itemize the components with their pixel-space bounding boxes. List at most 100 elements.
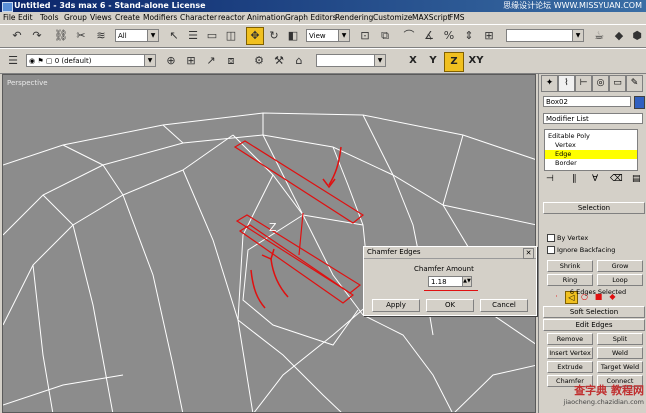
add-to-layer-icon[interactable]: ⊞	[182, 52, 200, 70]
configure-modifier-icon[interactable]: ▤	[632, 174, 641, 184]
edit-edges-rollout-header[interactable]: Edit Edges	[543, 319, 645, 331]
object-color-swatch[interactable]	[634, 96, 645, 109]
named-selection-sets-dropdown[interactable]: ▼	[506, 29, 584, 42]
layer-extra-dropdown[interactable]: ▼	[316, 54, 386, 67]
chamfer-amount-spinner[interactable]: 1.18 ▲▼	[428, 276, 472, 287]
scale-icon[interactable]: ◧	[284, 27, 302, 45]
rotate-icon[interactable]: ↻	[265, 27, 283, 45]
select-by-name-icon[interactable]: ☰	[184, 27, 202, 45]
grow-button[interactable]: Grow	[597, 260, 643, 272]
ik-icon[interactable]: ⚙	[250, 52, 268, 70]
by-vertex-checkbox[interactable]: By Vertex	[547, 234, 588, 242]
ring-button[interactable]: Ring	[547, 274, 593, 286]
link-icon[interactable]: ⛓	[52, 27, 70, 45]
bind-space-warp-icon[interactable]: ≋	[92, 27, 110, 45]
pivot-icon[interactable]: ⊡	[356, 27, 374, 45]
ref-coord-dropdown[interactable]: View ▼	[306, 29, 350, 42]
quick-render-icon[interactable]: ◆	[610, 27, 628, 45]
stack-item-edge[interactable]: Edge	[545, 150, 637, 159]
angle-snap-icon[interactable]: ∡	[420, 27, 438, 45]
percent-snap-icon[interactable]: %	[440, 27, 458, 45]
building-icon[interactable]: ⌂	[290, 52, 308, 70]
utilities-tab-icon[interactable]: ✎	[626, 75, 643, 92]
menu-file[interactable]: File	[3, 12, 16, 24]
apply-button[interactable]: Apply	[372, 299, 420, 312]
remove-button[interactable]: Remove	[547, 333, 593, 345]
redo-icon[interactable]: ↷	[28, 27, 46, 45]
menu-reactor[interactable]: reactor	[218, 12, 245, 24]
crossing-icon[interactable]: ◫	[222, 27, 240, 45]
layers-icon[interactable]: ☰	[4, 52, 22, 70]
chamfer-amount-value[interactable]: 1.18	[431, 278, 447, 286]
hierarchy-tab-icon[interactable]: ⊢	[575, 75, 592, 92]
menu-edit[interactable]: Edit	[18, 12, 33, 24]
rect-region-icon[interactable]: ▭	[203, 27, 221, 45]
extrude-button[interactable]: Extrude	[547, 361, 593, 373]
show-end-result-icon[interactable]: ∥	[572, 174, 577, 184]
selection-filter-dropdown[interactable]: All ▼	[115, 29, 159, 42]
ignore-backfacing-checkbox[interactable]: Ignore Backfacing	[547, 246, 615, 254]
mirror-icon[interactable]: ⧉	[376, 27, 394, 45]
layer-toolbar: ☰ ◉ ⚑ ▢ 0 (default) ▼ ⊕ ⊞ ↗ ⧈ ⚙ ⚒ ⌂ ▼ X …	[0, 48, 646, 74]
select-icon[interactable]: ↖	[165, 27, 183, 45]
stack-item-border[interactable]: Border	[545, 159, 637, 168]
close-icon[interactable]: ✕	[523, 248, 534, 259]
set-current-layer-icon[interactable]: ⧈	[222, 52, 240, 70]
weld-button[interactable]: Weld	[597, 347, 643, 359]
remove-modifier-icon[interactable]: ⌫	[610, 174, 623, 184]
menu-bar: File Edit Tools Group Views Create Modif…	[0, 12, 646, 24]
menu-rendering[interactable]: Rendering	[335, 12, 373, 24]
pin-stack-icon[interactable]: ⊣	[546, 174, 554, 184]
move-icon[interactable]: ✥	[246, 27, 264, 45]
ok-button[interactable]: OK	[426, 299, 474, 312]
spinner-snap-icon[interactable]: ⇕	[460, 27, 478, 45]
menu-fms[interactable]: FMS	[449, 12, 465, 24]
render-icon[interactable]: ☕	[590, 27, 608, 45]
align-icon[interactable]: ⊞	[480, 27, 498, 45]
layer-dropdown[interactable]: ◉ ⚑ ▢ 0 (default) ▼	[26, 54, 156, 67]
axis-x-button[interactable]: X	[404, 52, 422, 70]
underline-annotation	[424, 290, 478, 291]
create-tab-icon[interactable]: ✦	[541, 75, 558, 92]
chamfer-edges-dialog: Chamfer Edges ✕ Chamfer Amount 1.18 ▲▼ A…	[363, 246, 537, 316]
stack-item-vertex[interactable]: Vertex	[545, 141, 637, 150]
loop-button[interactable]: Loop	[597, 274, 643, 286]
modifier-list-dropdown[interactable]: Modifier List	[543, 113, 643, 124]
shell-icon[interactable]: ⚒	[270, 52, 288, 70]
menu-character[interactable]: Character	[180, 12, 217, 24]
display-tab-icon[interactable]: ▭	[609, 75, 626, 92]
menu-animation[interactable]: Animation	[247, 12, 285, 24]
selection-rollout-header[interactable]: Selection	[543, 202, 645, 214]
object-name-field[interactable]: Box02	[543, 96, 631, 107]
svg-text:Z: Z	[269, 221, 277, 234]
split-button[interactable]: Split	[597, 333, 643, 345]
menu-group[interactable]: Group	[64, 12, 87, 24]
axis-y-button[interactable]: Y	[424, 52, 442, 70]
axis-xy-button[interactable]: XY	[466, 52, 486, 70]
axis-z-button[interactable]: Z	[444, 52, 464, 72]
insert-vertex-button[interactable]: Insert Vertex	[547, 347, 593, 359]
menu-tools[interactable]: Tools	[40, 12, 58, 24]
shrink-button[interactable]: Shrink	[547, 260, 593, 272]
create-layer-icon[interactable]: ⊕	[162, 52, 180, 70]
make-unique-icon[interactable]: ∀	[592, 174, 598, 184]
perspective-viewport[interactable]: Perspective Z	[2, 74, 536, 413]
soft-selection-rollout-header[interactable]: Soft Selection	[543, 306, 645, 318]
select-layer-icon[interactable]: ↗	[202, 52, 220, 70]
menu-views[interactable]: Views	[90, 12, 112, 24]
stack-item-editable-poly[interactable]: Editable Poly	[545, 132, 637, 141]
modify-tab-icon[interactable]: ⌇	[558, 75, 575, 92]
target-weld-button[interactable]: Target Weld	[597, 361, 643, 373]
menu-maxscript[interactable]: MAXScript	[412, 12, 451, 24]
menu-create[interactable]: Create	[115, 12, 140, 24]
motion-tab-icon[interactable]: ◎	[592, 75, 609, 92]
material-editor-icon[interactable]: ⬢	[628, 27, 646, 45]
unlink-icon[interactable]: ✂	[72, 27, 90, 45]
cancel-button[interactable]: Cancel	[480, 299, 528, 312]
menu-customize[interactable]: Customize	[373, 12, 412, 24]
snap-icon[interactable]: ⌒	[400, 27, 418, 45]
menu-graph-editors[interactable]: Graph Editors	[285, 12, 337, 24]
undo-icon[interactable]: ↶	[8, 27, 26, 45]
menu-modifiers[interactable]: Modifiers	[143, 12, 177, 24]
spinner-arrows-icon[interactable]: ▲▼	[462, 277, 471, 286]
